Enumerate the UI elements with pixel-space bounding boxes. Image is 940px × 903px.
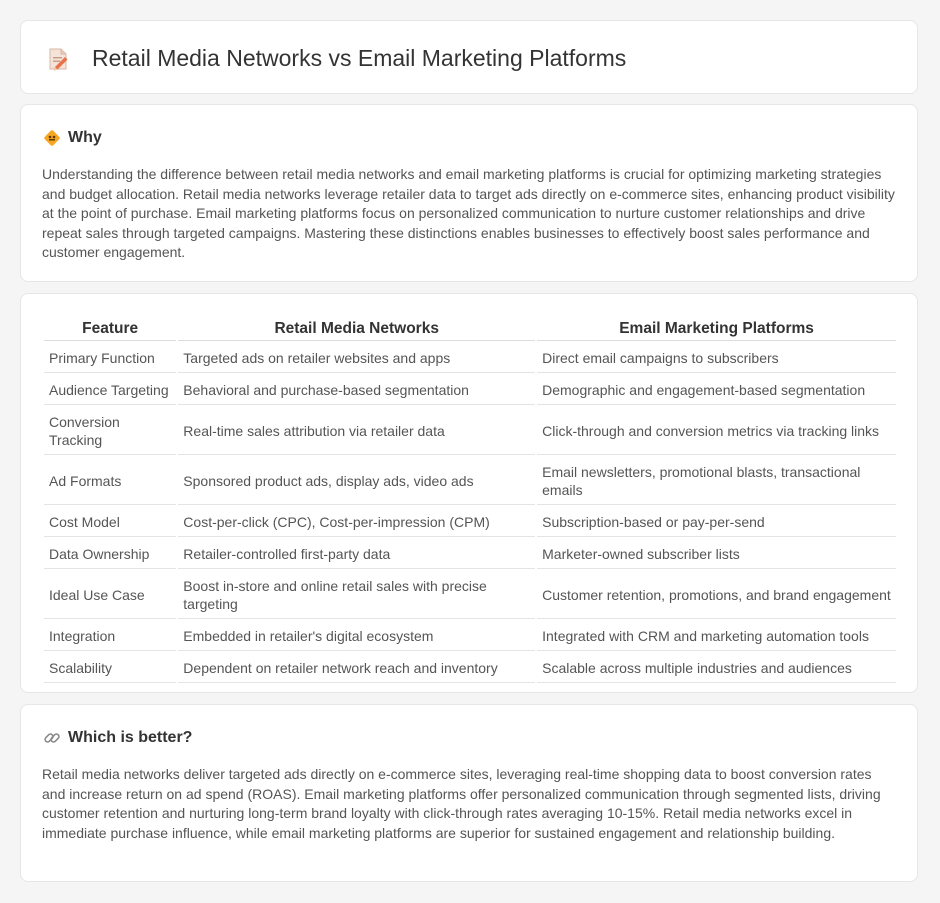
retail-media-cell: Boost in-store and online retail sales w… [178, 571, 536, 619]
which-is-better-section: Which is better? Retail media networks d… [20, 704, 918, 882]
table-row: Cost Model Cost-per-click (CPC), Cost-pe… [44, 507, 896, 537]
email-marketing-cell: Email newsletters, promotional blasts, t… [537, 457, 896, 505]
page-title: Retail Media Networks vs Email Marketing… [92, 45, 627, 71]
table-row: Integration Embedded in retailer's digit… [44, 621, 896, 651]
email-marketing-cell: Marketer-owned subscriber lists [537, 539, 896, 569]
better-title: Which is better? [68, 729, 193, 746]
document-pencil-icon [49, 48, 68, 71]
email-marketing-cell: Subscription-based or pay-per-send [537, 507, 896, 537]
table-row: Ideal Use Case Boost in-store and online… [44, 571, 896, 619]
table-row: Data Ownership Retailer-controlled first… [44, 539, 896, 569]
email-marketing-cell: Integrated with CRM and marketing automa… [537, 621, 896, 651]
table-header-row: Feature Retail Media Networks Email Mark… [44, 318, 896, 341]
retail-media-cell: Real-time sales attribution via retailer… [178, 407, 536, 455]
link-icon [44, 733, 60, 743]
why-title: Why [68, 129, 102, 146]
feature-cell: Integration [44, 621, 177, 651]
retail-media-cell: Dependent on retailer network reach and … [178, 653, 536, 683]
email-marketing-cell: Demographic and engagement-based segment… [537, 375, 896, 405]
feature-cell: Primary Function [44, 343, 177, 373]
feature-cell: Cost Model [44, 507, 177, 537]
retail-media-cell: Behavioral and purchase-based segmentati… [178, 375, 536, 405]
email-marketing-cell: Customer retention, promotions, and bran… [537, 571, 896, 619]
why-section: Why Understanding the difference between… [20, 104, 918, 282]
email-marketing-cell: Direct email campaigns to subscribers [537, 343, 896, 373]
comparison-section: Feature Retail Media Networks Email Mark… [20, 293, 918, 693]
table-row: Ad Formats Sponsored product ads, displa… [44, 457, 896, 505]
header-feature: Feature [44, 318, 177, 341]
header-email-marketing: Email Marketing Platforms [537, 318, 896, 341]
retail-media-cell: Retailer-controlled first-party data [178, 539, 536, 569]
retail-media-cell: Cost-per-click (CPC), Cost-per-impressio… [178, 507, 536, 537]
why-text: Understanding the difference between ret… [42, 166, 895, 261]
table-row: Audience Targeting Behavioral and purcha… [44, 375, 896, 405]
email-marketing-cell: Scalable across multiple industries and … [537, 653, 896, 683]
feature-cell: Scalability [44, 653, 177, 683]
header-retail-media: Retail Media Networks [178, 318, 536, 341]
road-sign-icon [44, 130, 60, 146]
table-row: Conversion Tracking Real-time sales attr… [44, 407, 896, 455]
comparison-table: Feature Retail Media Networks Email Mark… [42, 316, 898, 685]
feature-cell: Ad Formats [44, 457, 177, 505]
retail-media-cell: Targeted ads on retailer websites and ap… [178, 343, 536, 373]
feature-cell: Conversion Tracking [44, 407, 177, 455]
table-row: Scalability Dependent on retailer networ… [44, 653, 896, 683]
title-card: Retail Media Networks vs Email Marketing… [20, 20, 918, 94]
retail-media-cell: Embedded in retailer's digital ecosystem [178, 621, 536, 651]
table-row: Primary Function Targeted ads on retaile… [44, 343, 896, 373]
feature-cell: Data Ownership [44, 539, 177, 569]
feature-cell: Audience Targeting [44, 375, 177, 405]
better-text: Retail media networks deliver targeted a… [42, 766, 881, 841]
retail-media-cell: Sponsored product ads, display ads, vide… [178, 457, 536, 505]
feature-cell: Ideal Use Case [44, 571, 177, 619]
email-marketing-cell: Click-through and conversion metrics via… [537, 407, 896, 455]
